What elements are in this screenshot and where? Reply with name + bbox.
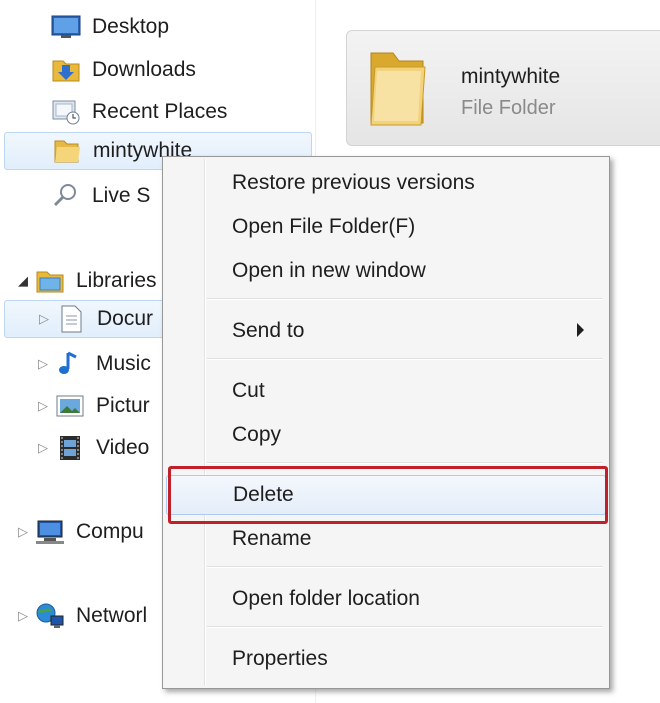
nav-item-recent-places[interactable]: Recent Places xyxy=(50,93,227,131)
nav-item-label: Video xyxy=(96,436,150,459)
menu-item-label: Send to xyxy=(232,319,305,342)
nav-item-label: Recent Places xyxy=(92,100,228,123)
nav-item-videos[interactable]: ▷ Video xyxy=(36,429,149,467)
folder-type: File Folder xyxy=(461,97,556,119)
menu-item-label: Rename xyxy=(232,527,312,550)
menu-item-delete[interactable]: Delete xyxy=(166,475,606,515)
nav-item-label: Docur xyxy=(97,307,154,330)
pictures-icon xyxy=(54,391,86,421)
menu-separator xyxy=(207,566,603,568)
menu-item-label: Properties xyxy=(232,647,328,670)
nav-item-libraries[interactable]: ◢ Libraries xyxy=(16,262,157,300)
libraries-icon xyxy=(34,266,66,296)
menu-item-label: Copy xyxy=(232,423,282,446)
videos-icon xyxy=(54,433,86,463)
expand-arrow-icon[interactable]: ▷ xyxy=(16,524,30,540)
menu-item-rename[interactable]: Rename xyxy=(166,519,606,559)
downloads-icon xyxy=(50,55,82,85)
expand-arrow-icon[interactable]: ▷ xyxy=(36,356,50,372)
recent-places-icon xyxy=(50,97,82,127)
menu-item-label: Open File Folder(F) xyxy=(232,215,416,238)
expand-arrow-icon[interactable]: ▷ xyxy=(36,398,50,414)
menu-item-copy[interactable]: Copy xyxy=(166,415,606,455)
desktop-icon xyxy=(50,12,82,42)
nav-item-pictures[interactable]: ▷ Pictur xyxy=(36,387,150,425)
submenu-arrow-icon xyxy=(577,323,584,337)
folder-name: mintywhite xyxy=(461,65,561,88)
menu-separator xyxy=(207,626,603,628)
expand-arrow-icon[interactable]: ◢ xyxy=(16,273,30,289)
nav-item-label: Music xyxy=(96,352,151,375)
nav-item-network[interactable]: ▷ Networl xyxy=(16,597,147,635)
menu-item-properties[interactable]: Properties xyxy=(166,639,606,679)
menu-item-label: Open folder location xyxy=(232,587,420,610)
context-menu: Restore previous versions Open File Fold… xyxy=(162,156,610,689)
expand-arrow-icon[interactable]: ▷ xyxy=(16,608,30,624)
nav-item-label: Downloads xyxy=(92,58,196,81)
nav-item-label: Pictur xyxy=(96,394,150,417)
music-icon xyxy=(54,349,86,379)
expand-arrow-icon[interactable]: ▷ xyxy=(36,440,50,456)
expand-arrow-icon[interactable]: ▷ xyxy=(37,311,51,327)
nav-item-label: Networl xyxy=(76,604,148,627)
nav-item-label: Libraries xyxy=(76,269,157,292)
menu-item-send-to[interactable]: Send to xyxy=(166,311,606,351)
menu-item-open-in-new-window[interactable]: Open in new window xyxy=(166,251,606,291)
menu-item-label: Cut xyxy=(232,379,265,402)
nav-item-downloads[interactable]: Downloads xyxy=(50,51,196,89)
nav-item-desktop[interactable]: Desktop xyxy=(50,8,169,46)
folder-tile[interactable]: mintywhite File Folder xyxy=(346,30,660,146)
network-icon xyxy=(34,601,66,631)
nav-item-label: Live S xyxy=(92,184,151,207)
menu-item-cut[interactable]: Cut xyxy=(166,371,606,411)
menu-item-label: Restore previous versions xyxy=(232,171,475,194)
nav-item-label: Desktop xyxy=(92,15,170,38)
nav-item-music[interactable]: ▷ Music xyxy=(36,345,151,383)
computer-icon xyxy=(34,517,66,547)
menu-item-restore-previous-versions[interactable]: Restore previous versions xyxy=(166,163,606,203)
search-icon xyxy=(50,181,82,211)
nav-item-label: Compu xyxy=(76,520,144,543)
folder-icon xyxy=(51,136,83,166)
menu-item-label: Delete xyxy=(233,483,294,506)
menu-item-open-folder-location[interactable]: Open folder location xyxy=(166,579,606,619)
documents-icon xyxy=(55,304,87,334)
menu-separator xyxy=(207,358,603,360)
nav-item-live-search[interactable]: Live S xyxy=(50,177,150,215)
menu-item-label: Open in new window xyxy=(232,259,426,282)
menu-separator xyxy=(207,462,603,464)
large-folder-icon xyxy=(361,45,433,131)
menu-item-open-file-folder[interactable]: Open File Folder(F) xyxy=(166,207,606,247)
menu-separator xyxy=(207,298,603,300)
nav-item-computer[interactable]: ▷ Compu xyxy=(16,513,144,551)
